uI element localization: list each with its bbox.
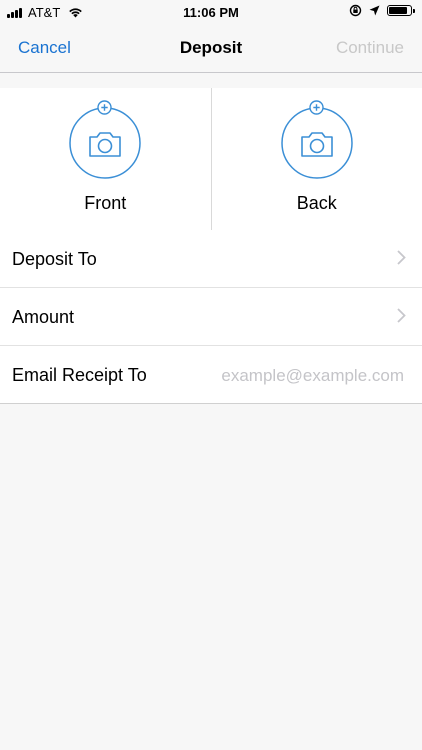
capture-front-label: Front: [84, 193, 127, 213]
status-right: [349, 4, 415, 17]
capture-back-button[interactable]: Back: [212, 88, 422, 230]
check-capture-row: Front Back: [0, 88, 422, 231]
deposit-to-label: Deposit To: [12, 249, 97, 269]
capture-back-icon-wrap: [280, 100, 354, 180]
chevron-right-icon: [397, 250, 406, 265]
capture-back-label: Back: [296, 193, 337, 213]
camera-icon: [281, 107, 353, 179]
amount-label: Amount: [12, 307, 75, 327]
email-receipt-row: Email Receipt To: [0, 345, 422, 403]
email-receipt-input[interactable]: [182, 362, 406, 390]
plus-badge-icon: [309, 100, 324, 115]
orientation-lock-icon: [349, 4, 362, 17]
location-arrow-icon: [369, 5, 380, 16]
capture-front-icon-wrap: [68, 100, 142, 180]
deposit-to-row[interactable]: Deposit To: [0, 230, 422, 287]
plus-badge-icon: [97, 100, 112, 115]
status-bar: AT&T 11:06 PM: [0, 0, 422, 26]
capture-front-button[interactable]: Front: [0, 88, 212, 230]
amount-row[interactable]: Amount: [0, 287, 422, 345]
continue-button[interactable]: Continue: [336, 38, 404, 58]
camera-icon: [69, 107, 141, 179]
deposit-form: Deposit To Amount Email Receipt To: [0, 230, 422, 404]
navigation-bar: Cancel Deposit Continue: [0, 26, 422, 73]
email-receipt-label: Email Receipt To: [12, 365, 147, 385]
battery-icon: [387, 5, 415, 16]
chevron-right-icon: [397, 308, 406, 323]
